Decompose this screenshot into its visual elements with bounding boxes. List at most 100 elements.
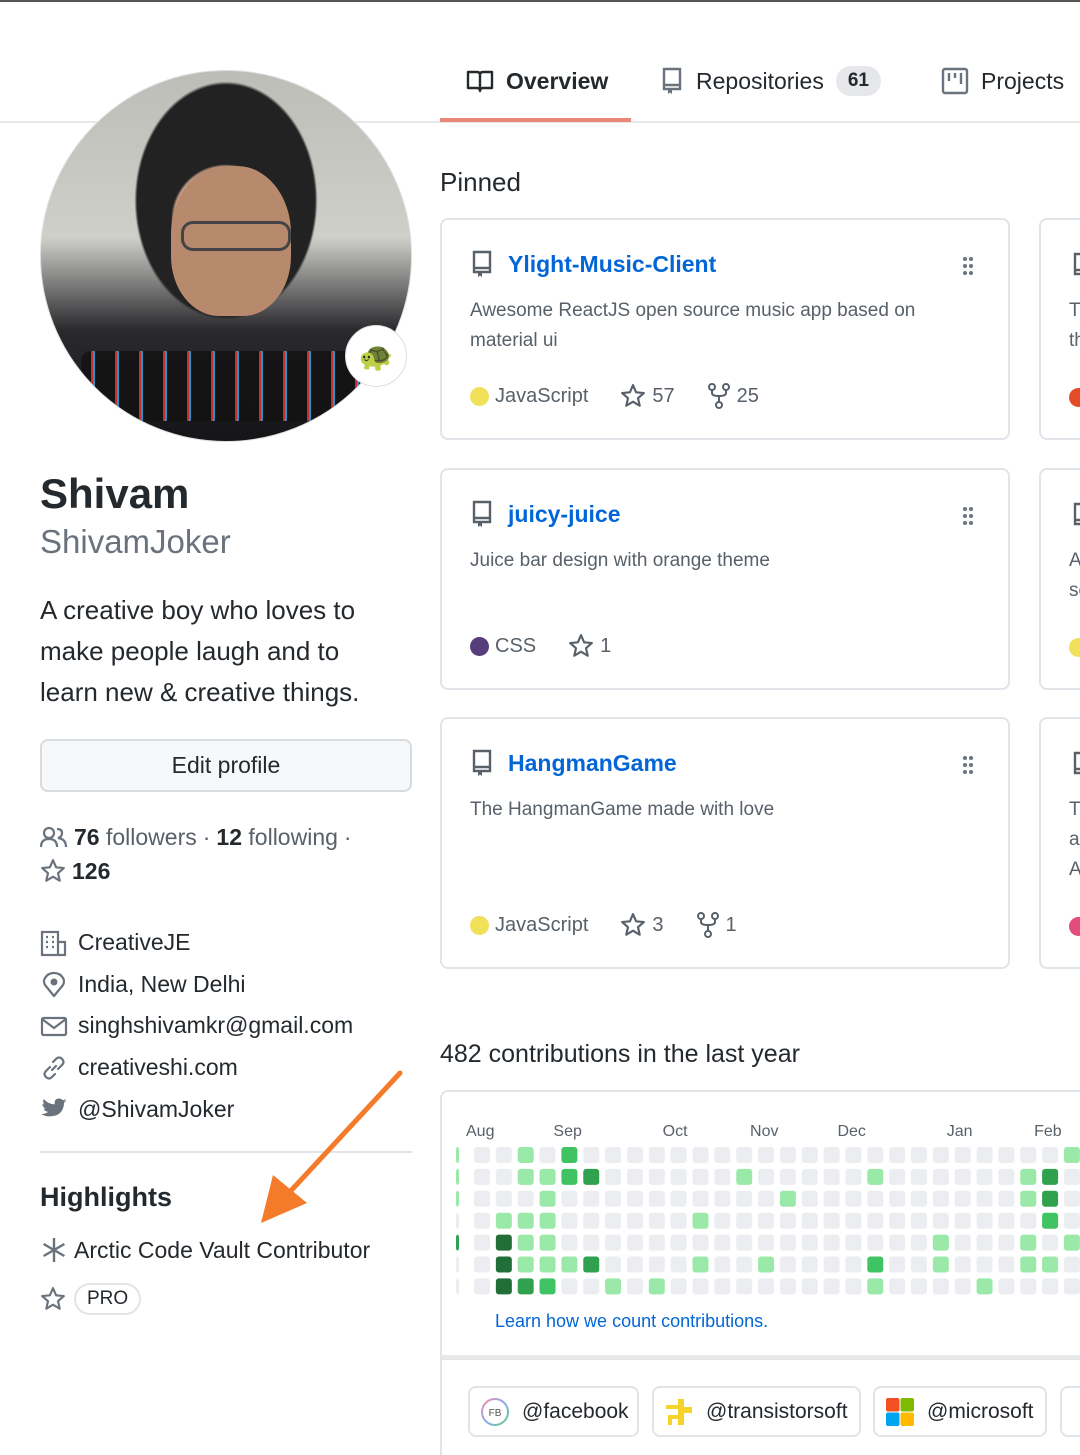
- contribution-day-cell[interactable]: [605, 1190, 622, 1207]
- contribution-day-cell[interactable]: [605, 1234, 622, 1251]
- repo-stars-link[interactable]: 1: [568, 633, 611, 659]
- contribution-day-cell[interactable]: [583, 1147, 600, 1163]
- repo-name-link[interactable]: juicy-juice: [508, 501, 620, 528]
- contribution-day-cell[interactable]: [1063, 1278, 1080, 1295]
- contribution-day-cell[interactable]: [823, 1190, 840, 1207]
- contribution-day-cell[interactable]: [670, 1168, 687, 1185]
- contribution-day-cell[interactable]: [932, 1212, 949, 1229]
- contribution-day-cell[interactable]: [779, 1256, 796, 1273]
- contribution-day-cell[interactable]: [1042, 1278, 1059, 1295]
- contribution-day-cell[interactable]: [583, 1256, 600, 1273]
- learn-contributions-link[interactable]: Learn how we count contributions.: [495, 1311, 768, 1332]
- contribution-day-cell[interactable]: [517, 1212, 534, 1229]
- contribution-day-cell[interactable]: [867, 1147, 884, 1163]
- contribution-day-cell[interactable]: [998, 1147, 1015, 1163]
- contribution-day-cell[interactable]: [758, 1278, 775, 1295]
- contribution-day-cell[interactable]: [976, 1168, 993, 1185]
- contribution-day-cell[interactable]: [474, 1212, 490, 1229]
- contribution-day-cell[interactable]: [648, 1234, 665, 1251]
- contribution-day-cell[interactable]: [867, 1278, 884, 1295]
- contribution-day-cell[interactable]: [714, 1168, 731, 1185]
- website-link[interactable]: creativeshi.com: [78, 1054, 238, 1081]
- contribution-day-cell[interactable]: [605, 1278, 622, 1295]
- contribution-day-cell[interactable]: [998, 1278, 1015, 1295]
- contribution-day-cell[interactable]: [911, 1168, 927, 1185]
- contribution-day-cell[interactable]: [1042, 1147, 1059, 1163]
- contribution-day-cell[interactable]: [976, 1234, 993, 1251]
- contribution-day-cell[interactable]: [1020, 1212, 1037, 1229]
- contribution-day-cell[interactable]: [823, 1212, 840, 1229]
- contribution-day-cell[interactable]: [456, 1147, 459, 1163]
- contribution-day-cell[interactable]: [474, 1168, 490, 1185]
- contribution-day-cell[interactable]: [889, 1234, 906, 1251]
- contribution-day-cell[interactable]: [495, 1168, 512, 1185]
- contribution-day-cell[interactable]: [736, 1278, 753, 1295]
- repo-forks-link[interactable]: 25: [707, 383, 759, 409]
- contribution-day-cell[interactable]: [539, 1256, 556, 1273]
- contribution-day-cell[interactable]: [714, 1256, 731, 1273]
- contribution-day-cell[interactable]: [517, 1168, 534, 1185]
- contribution-day-cell[interactable]: [561, 1147, 578, 1163]
- avatar[interactable]: [40, 70, 412, 442]
- contribution-day-cell[interactable]: [474, 1147, 490, 1163]
- contribution-day-cell[interactable]: [736, 1190, 753, 1207]
- contribution-day-cell[interactable]: [801, 1278, 818, 1295]
- following-link[interactable]: 12 following: [216, 820, 337, 854]
- tab-projects[interactable]: Projects: [941, 64, 1064, 98]
- contribution-day-cell[interactable]: [583, 1190, 600, 1207]
- contribution-day-cell[interactable]: [911, 1278, 927, 1295]
- contribution-day-cell[interactable]: [911, 1190, 927, 1207]
- contribution-day-cell[interactable]: [736, 1168, 753, 1185]
- contribution-day-cell[interactable]: [626, 1278, 643, 1295]
- contribution-day-cell[interactable]: [648, 1190, 665, 1207]
- contribution-day-cell[interactable]: [845, 1278, 862, 1295]
- contribution-day-cell[interactable]: [779, 1168, 796, 1185]
- contribution-day-cell[interactable]: [954, 1168, 971, 1185]
- contribution-day-cell[interactable]: [670, 1234, 687, 1251]
- contribution-day-cell[interactable]: [605, 1147, 622, 1163]
- org-microsoft[interactable]: @microsoft: [873, 1386, 1047, 1437]
- contribution-day-cell[interactable]: [539, 1278, 556, 1295]
- contribution-day-cell[interactable]: [714, 1190, 731, 1207]
- contribution-day-cell[interactable]: [648, 1147, 665, 1163]
- contribution-day-cell[interactable]: [1063, 1234, 1080, 1251]
- contribution-day-cell[interactable]: [758, 1190, 775, 1207]
- contribution-day-cell[interactable]: [954, 1147, 971, 1163]
- contribution-day-cell[interactable]: [692, 1278, 709, 1295]
- email-link[interactable]: singhshivamkr@gmail.com: [78, 1012, 353, 1039]
- contribution-day-cell[interactable]: [889, 1147, 906, 1163]
- contribution-day-cell[interactable]: [626, 1256, 643, 1273]
- contribution-day-cell[interactable]: [823, 1234, 840, 1251]
- contribution-day-cell[interactable]: [561, 1256, 578, 1273]
- contribution-day-cell[interactable]: [648, 1278, 665, 1295]
- edit-profile-button[interactable]: Edit profile: [40, 739, 412, 792]
- contribution-day-cell[interactable]: [801, 1212, 818, 1229]
- contribution-day-cell[interactable]: [998, 1190, 1015, 1207]
- contribution-day-cell[interactable]: [1063, 1190, 1080, 1207]
- contribution-day-cell[interactable]: [1020, 1278, 1037, 1295]
- contribution-day-cell[interactable]: [517, 1234, 534, 1251]
- contribution-day-cell[interactable]: [670, 1256, 687, 1273]
- contribution-day-cell[interactable]: [714, 1212, 731, 1229]
- contribution-day-cell[interactable]: [932, 1234, 949, 1251]
- contribution-day-cell[interactable]: [845, 1147, 862, 1163]
- contribution-day-cell[interactable]: [539, 1234, 556, 1251]
- contribution-day-cell[interactable]: [495, 1147, 512, 1163]
- contribution-day-cell[interactable]: [889, 1278, 906, 1295]
- contribution-day-cell[interactable]: [626, 1147, 643, 1163]
- contribution-day-cell[interactable]: [626, 1212, 643, 1229]
- contribution-day-cell[interactable]: [801, 1168, 818, 1185]
- contribution-day-cell[interactable]: [736, 1212, 753, 1229]
- contribution-day-cell[interactable]: [867, 1212, 884, 1229]
- contribution-day-cell[interactable]: [626, 1190, 643, 1207]
- contribution-day-cell[interactable]: [626, 1234, 643, 1251]
- contribution-day-cell[interactable]: [1020, 1256, 1037, 1273]
- contribution-day-cell[interactable]: [692, 1190, 709, 1207]
- contribution-day-cell[interactable]: [998, 1168, 1015, 1185]
- contribution-day-cell[interactable]: [954, 1256, 971, 1273]
- contribution-day-cell[interactable]: [670, 1278, 687, 1295]
- contribution-day-cell[interactable]: [1020, 1234, 1037, 1251]
- contribution-day-cell[interactable]: [976, 1278, 993, 1295]
- contribution-day-cell[interactable]: [867, 1168, 884, 1185]
- contribution-day-cell[interactable]: [889, 1256, 906, 1273]
